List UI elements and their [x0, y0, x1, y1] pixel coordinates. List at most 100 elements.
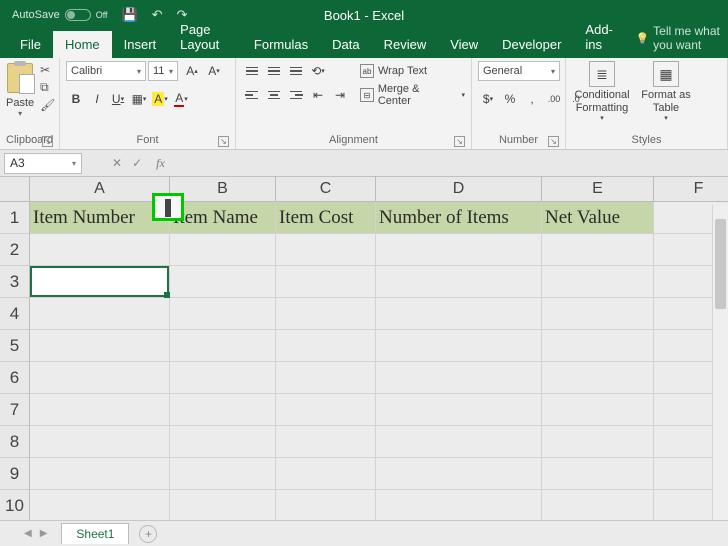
borders-button[interactable]: ▦▾ [129, 89, 149, 109]
decrease-font-icon[interactable]: A▾ [204, 61, 224, 81]
cell-B3[interactable] [170, 266, 276, 298]
increase-decimal-button[interactable]: .00 [544, 89, 564, 109]
row-header-10[interactable]: 10 [0, 490, 30, 522]
select-all-corner[interactable] [0, 177, 30, 202]
column-header-E[interactable]: E [542, 177, 654, 202]
formula-input[interactable] [171, 153, 728, 174]
row-header-3[interactable]: 3 [0, 266, 30, 298]
bold-button[interactable]: B [66, 89, 86, 109]
row-header-6[interactable]: 6 [0, 362, 30, 394]
tab-view[interactable]: View [438, 31, 490, 58]
cells-area[interactable]: Item NumberItem NameItem CostNumber of I… [30, 202, 728, 522]
increase-font-icon[interactable]: A▴ [182, 61, 202, 81]
row-headers[interactable]: 12345678910 [0, 202, 30, 522]
row-header-8[interactable]: 8 [0, 426, 30, 458]
cell-E10[interactable] [542, 490, 654, 522]
italic-button[interactable]: I [87, 89, 107, 109]
cell-B5[interactable] [170, 330, 276, 362]
row-header-9[interactable]: 9 [0, 458, 30, 490]
row-header-5[interactable]: 5 [0, 330, 30, 362]
tell-me-search[interactable]: Tell me what you want [635, 24, 728, 58]
cell-E8[interactable] [542, 426, 654, 458]
add-sheet-button[interactable]: + [139, 525, 157, 543]
cut-icon[interactable]: ✂ [40, 63, 55, 77]
undo-icon[interactable]: ↶ [152, 7, 163, 23]
number-launcher-icon[interactable]: ↘ [548, 136, 559, 147]
cell-E7[interactable] [542, 394, 654, 426]
tab-data[interactable]: Data [320, 31, 371, 58]
fill-color-button[interactable]: A▾ [150, 89, 170, 109]
accounting-format-button[interactable]: $▾ [478, 89, 498, 109]
vertical-scrollbar[interactable] [712, 205, 728, 520]
tab-review[interactable]: Review [372, 31, 439, 58]
cell-B1[interactable]: Item Name [170, 202, 276, 234]
paste-button[interactable]: Paste ▾ [6, 61, 34, 118]
cell-B7[interactable] [170, 394, 276, 426]
cell-C4[interactable] [276, 298, 376, 330]
cell-C10[interactable] [276, 490, 376, 522]
cell-D5[interactable] [376, 330, 542, 362]
fx-label[interactable]: fx [156, 156, 165, 171]
autosave-toggle[interactable]: AutoSave Off [12, 9, 108, 21]
cell-C3[interactable] [276, 266, 376, 298]
font-size-select[interactable]: 11▾ [148, 61, 178, 81]
cell-D1[interactable]: Number of Items [376, 202, 542, 234]
cell-D8[interactable] [376, 426, 542, 458]
cell-E6[interactable] [542, 362, 654, 394]
save-icon[interactable]: 💾 [122, 7, 138, 23]
cell-A5[interactable] [30, 330, 170, 362]
cell-A10[interactable] [30, 490, 170, 522]
cell-D9[interactable] [376, 458, 542, 490]
cell-B8[interactable] [170, 426, 276, 458]
column-header-A[interactable]: A [30, 177, 170, 202]
cell-C9[interactable] [276, 458, 376, 490]
cell-E2[interactable] [542, 234, 654, 266]
comma-format-button[interactable]: , [522, 89, 542, 109]
tab-page-layout[interactable]: Page Layout [168, 16, 242, 58]
clipboard-launcher-icon[interactable]: ↘ [42, 136, 53, 147]
row-header-1[interactable]: 1 [0, 202, 30, 234]
cell-A1[interactable]: Item Number [30, 202, 170, 234]
cell-C8[interactable] [276, 426, 376, 458]
cell-A9[interactable] [30, 458, 170, 490]
cancel-formula-icon[interactable]: ✕ [112, 156, 122, 170]
cell-C6[interactable] [276, 362, 376, 394]
cell-C1[interactable]: Item Cost [276, 202, 376, 234]
tab-home[interactable]: Home [53, 31, 112, 58]
row-header-7[interactable]: 7 [0, 394, 30, 426]
enter-formula-icon[interactable]: ✓ [132, 156, 142, 170]
column-header-B[interactable]: B [170, 177, 276, 202]
align-bottom-button[interactable] [286, 61, 306, 81]
cell-D2[interactable] [376, 234, 542, 266]
font-launcher-icon[interactable]: ↘ [218, 136, 229, 147]
cell-D7[interactable] [376, 394, 542, 426]
cell-A8[interactable] [30, 426, 170, 458]
font-name-select[interactable]: Calibri▾ [66, 61, 146, 81]
cell-A4[interactable] [30, 298, 170, 330]
cell-C7[interactable] [276, 394, 376, 426]
scrollbar-thumb[interactable] [715, 219, 726, 309]
font-color-button[interactable]: A▾ [171, 89, 191, 109]
align-top-button[interactable] [242, 61, 262, 81]
align-middle-button[interactable] [264, 61, 284, 81]
underline-button[interactable]: U▾ [108, 89, 128, 109]
cell-C2[interactable] [276, 234, 376, 266]
align-right-button[interactable] [286, 85, 306, 105]
cell-C5[interactable] [276, 330, 376, 362]
percent-format-button[interactable]: % [500, 89, 520, 109]
column-header-D[interactable]: D [376, 177, 542, 202]
format-as-table-button[interactable]: ▦ Format as Table▾ [636, 61, 696, 124]
column-header-C[interactable]: C [276, 177, 376, 202]
cell-E9[interactable] [542, 458, 654, 490]
cell-D4[interactable] [376, 298, 542, 330]
decrease-indent-button[interactable]: ⇤ [308, 85, 328, 105]
tab-file[interactable]: File [8, 31, 53, 58]
tab-insert[interactable]: Insert [112, 31, 169, 58]
sheet-nav-prev-icon[interactable]: ◀ [24, 528, 32, 539]
cell-B2[interactable] [170, 234, 276, 266]
orientation-button[interactable]: ⟲▾ [308, 61, 328, 81]
number-format-select[interactable]: General▾ [478, 61, 560, 81]
cell-E3[interactable] [542, 266, 654, 298]
row-header-4[interactable]: 4 [0, 298, 30, 330]
name-box[interactable]: A3▾ [4, 153, 82, 174]
